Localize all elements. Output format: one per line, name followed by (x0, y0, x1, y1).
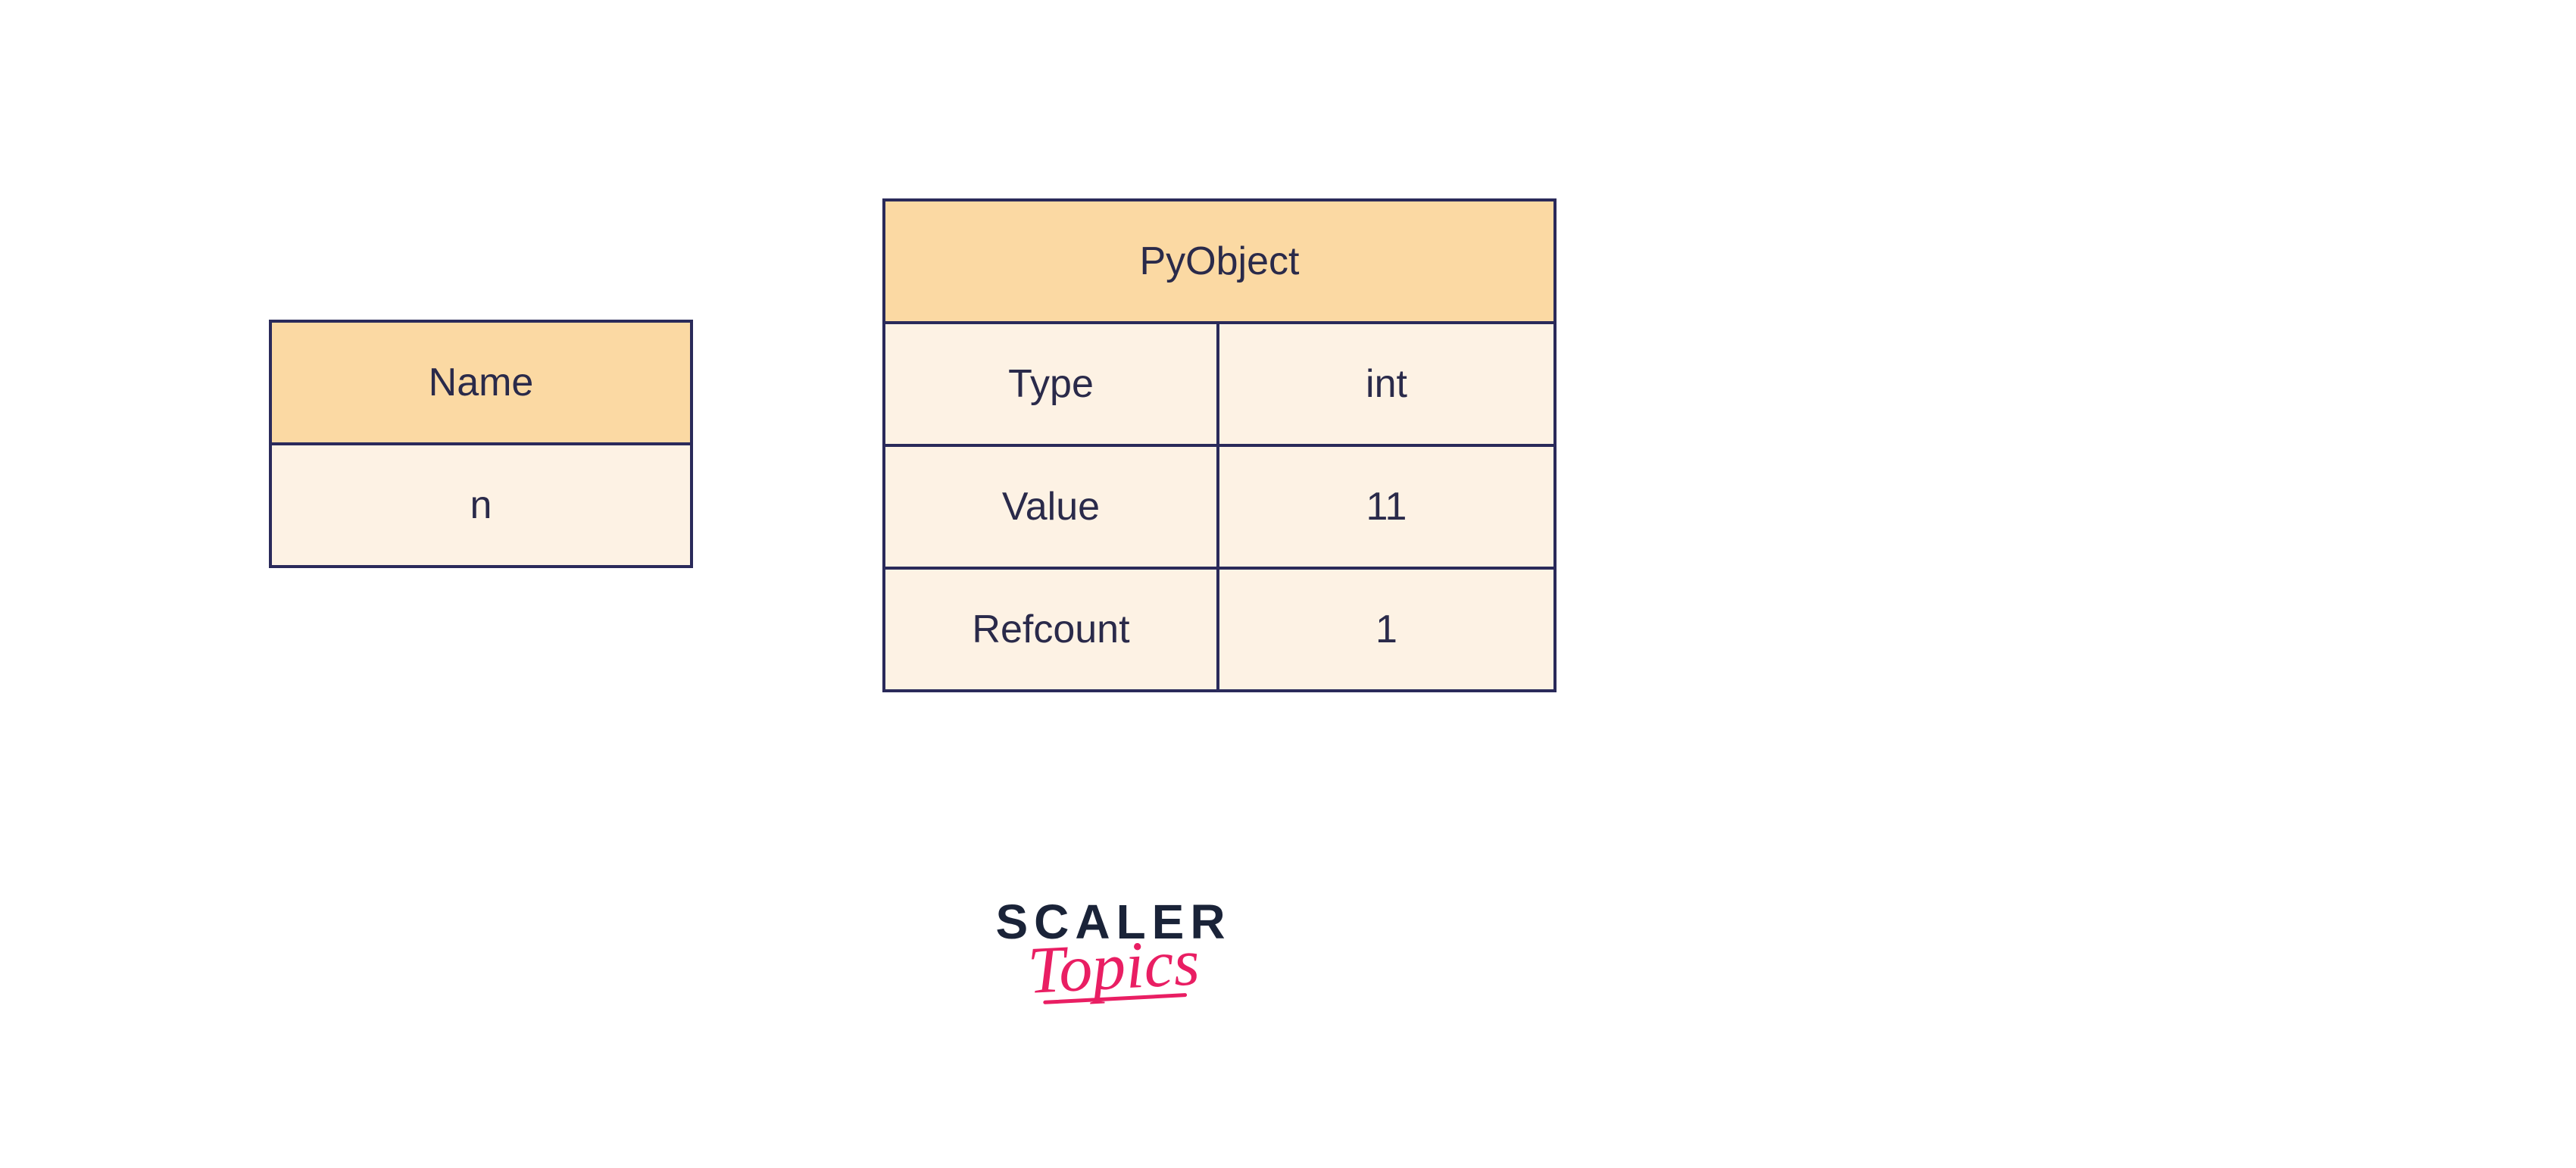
name-table-header: Name (272, 323, 690, 442)
scaler-topics-logo: SCALER Topics (954, 894, 1272, 1005)
pyobject-table: PyObject Type int Value 11 Refcount 1 (882, 198, 1557, 692)
name-table: Name n (269, 320, 693, 568)
diagram-area: Name n PyObject Type int Value 11 Refcou… (254, 198, 1557, 744)
pyobject-row-value-value: 11 (1219, 447, 1553, 567)
name-table-value: n (272, 445, 690, 565)
pyobject-table-title: PyObject (885, 201, 1553, 321)
pyobject-row-value-label: Value (885, 447, 1219, 567)
logo-line2: Topics (1026, 924, 1201, 1010)
pyobject-row-refcount-label: Refcount (885, 570, 1219, 689)
pyobject-row-type-value: int (1219, 324, 1553, 444)
pyobject-row-refcount-value: 1 (1219, 570, 1553, 689)
pyobject-row-type-label: Type (885, 324, 1219, 444)
